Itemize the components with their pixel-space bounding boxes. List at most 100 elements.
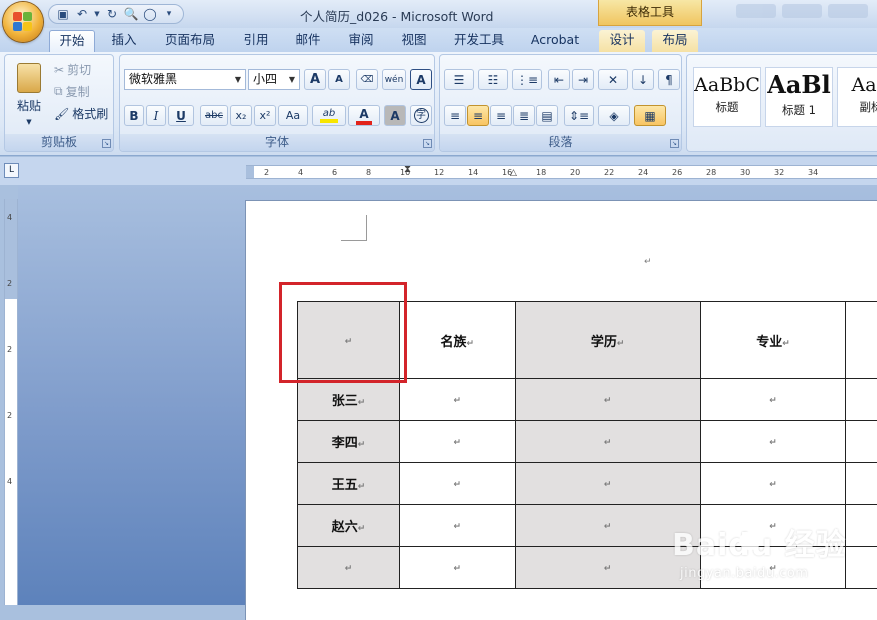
tab-selector[interactable]: L <box>4 163 19 178</box>
phonetic-guide-button[interactable]: wén <box>382 69 406 90</box>
table-cell[interactable]: 张三↵ <box>298 379 400 421</box>
print-preview-icon[interactable]: 🔍 <box>123 6 139 22</box>
align-right-button[interactable]: ≡ <box>490 105 512 126</box>
table-cell[interactable]: 学历↵ <box>515 302 700 379</box>
tab-developer[interactable]: 开发工具 <box>446 30 512 52</box>
style-subtitle[interactable]: AaB 副标 <box>837 67 877 127</box>
table-cell[interactable]: ↵ <box>400 421 516 463</box>
horizontal-ruler[interactable]: 246810121416182022242628303234⧗△ <box>246 165 877 179</box>
highlight-button[interactable]: ab <box>312 105 346 126</box>
table-cell[interactable]: ↵ <box>400 379 516 421</box>
show-marks-button[interactable]: ¶ <box>658 69 680 90</box>
font-family-select[interactable]: 微软雅黑▼ <box>124 69 246 90</box>
cut-button[interactable]: ✂剪切 <box>53 59 111 80</box>
table-cell[interactable] <box>846 302 877 379</box>
borders-button[interactable]: ▦ <box>634 105 666 126</box>
customize-icon[interactable]: ▾ <box>161 6 177 22</box>
tab-review[interactable]: 审阅 <box>341 30 381 52</box>
paragraph-mark: ↵ <box>604 396 612 406</box>
table-cell[interactable]: 王五↵ <box>298 463 400 505</box>
dialog-launcher-icon[interactable]: ↘ <box>102 139 111 148</box>
circle-icon[interactable]: ◯ <box>142 6 158 22</box>
multilevel-list-button[interactable]: ⋮≡ <box>512 69 542 90</box>
justify-button[interactable]: ≣ <box>513 105 535 126</box>
shrink-font-button[interactable]: A <box>328 69 350 90</box>
window-controls[interactable] <box>708 4 877 22</box>
numbering-button[interactable]: ☷ <box>478 69 508 90</box>
subscript-button[interactable]: x₂ <box>230 105 252 126</box>
char-border-button[interactable]: A <box>410 69 432 90</box>
italic-button[interactable]: I <box>146 105 166 126</box>
tab-insert[interactable]: 插入 <box>104 30 144 52</box>
save-icon[interactable]: ▣ <box>55 6 71 22</box>
table-cell[interactable]: ↵ <box>700 379 846 421</box>
table-cell[interactable] <box>846 379 877 421</box>
tab-mailings[interactable]: 邮件 <box>288 30 328 52</box>
paste-button[interactable]: 粘贴 ▼ <box>9 59 49 129</box>
align-left-button[interactable]: ≡ <box>444 105 466 126</box>
table-cell[interactable]: ↵ <box>298 547 400 589</box>
table-cell[interactable] <box>846 463 877 505</box>
vertical-ruler[interactable]: 42224 <box>4 199 18 605</box>
format-painter-button[interactable]: 🖌格式刷 <box>53 103 113 124</box>
tab-layout[interactable]: 布局 <box>652 30 698 52</box>
char-shading-button[interactable]: A <box>384 105 406 126</box>
column-marker-icon[interactable]: △ <box>510 168 517 178</box>
chinese-layout-button[interactable]: ✕ <box>598 69 628 90</box>
font-size-select[interactable]: 小四▼ <box>248 69 300 90</box>
enclose-char-button[interactable]: 字 <box>410 105 432 126</box>
grow-font-button[interactable]: A <box>304 69 326 90</box>
table-cell[interactable]: ↵ <box>515 379 700 421</box>
dropdown-arrow-icon[interactable]: ▼ <box>93 6 101 22</box>
table-cell[interactable]: ↵ <box>700 421 846 463</box>
copy-button[interactable]: ⧉复制 <box>53 81 111 102</box>
table-cell[interactable]: ↵ <box>700 463 846 505</box>
tab-view[interactable]: 视图 <box>394 30 434 52</box>
decrease-indent-button[interactable]: ⇤ <box>548 69 570 90</box>
line-spacing-button[interactable]: ⇕≡ <box>564 105 594 126</box>
sort-button[interactable]: ↓ <box>632 69 654 90</box>
change-case-button[interactable]: Aa <box>278 105 308 126</box>
undo-icon[interactable]: ↶ <box>74 6 90 22</box>
office-button[interactable] <box>3 2 43 42</box>
tab-acrobat[interactable]: Acrobat <box>524 30 586 52</box>
redo-icon[interactable]: ↻ <box>104 6 120 22</box>
dialog-launcher-icon[interactable]: ↘ <box>670 139 679 148</box>
window-title: 个人简历_d026 - Microsoft Word <box>300 6 494 25</box>
style-heading-1[interactable]: AaBl 标题 1 <box>765 67 833 127</box>
table-cell[interactable]: 专业↵ <box>700 302 846 379</box>
indent-marker-icon[interactable]: ⧗ <box>404 164 411 175</box>
superscript-button[interactable]: x² <box>254 105 276 126</box>
tab-design[interactable]: 设计 <box>599 30 645 52</box>
underline-button[interactable]: U <box>168 105 194 126</box>
distribute-button[interactable]: ▤ <box>536 105 558 126</box>
tab-references[interactable]: 引用 <box>236 30 276 52</box>
align-center-button[interactable]: ≡ <box>467 105 489 126</box>
table-cell[interactable]: ↵ <box>400 505 516 547</box>
bullets-button[interactable]: ☰ <box>444 69 474 90</box>
shading-button[interactable]: ◈ <box>598 105 630 126</box>
watermark-url: jingyan.baidu.com <box>680 566 808 581</box>
ruler-tick-label: 28 <box>706 168 716 177</box>
font-color-button[interactable]: A <box>348 105 380 126</box>
tab-home[interactable]: 开始 <box>49 30 95 52</box>
paragraph-mark: ↵ <box>769 480 777 490</box>
table-cell[interactable]: ↵ <box>515 463 700 505</box>
align-center-icon: ≡ <box>473 109 483 123</box>
table-cell[interactable]: ↵ <box>515 421 700 463</box>
tab-page-layout[interactable]: 页面布局 <box>158 30 222 52</box>
table-cell[interactable]: ↵ <box>400 463 516 505</box>
style-title[interactable]: AaBbC 标题 <box>693 67 761 127</box>
strikethrough-button[interactable]: abc <box>200 105 228 126</box>
table-cell[interactable]: 名族↵ <box>400 302 516 379</box>
table-cell[interactable] <box>846 421 877 463</box>
paragraph-mark: ↵ <box>604 564 612 574</box>
clear-format-button[interactable]: ⌫ <box>356 69 378 90</box>
table-cell[interactable]: 赵六↵ <box>298 505 400 547</box>
bold-button[interactable]: B <box>124 105 144 126</box>
table-cell[interactable]: ↵ <box>400 547 516 589</box>
increase-indent-button[interactable]: ⇥ <box>572 69 594 90</box>
paragraph-mark: ↵ <box>617 339 625 349</box>
table-cell[interactable]: 李四↵ <box>298 421 400 463</box>
dialog-launcher-icon[interactable]: ↘ <box>423 139 432 148</box>
